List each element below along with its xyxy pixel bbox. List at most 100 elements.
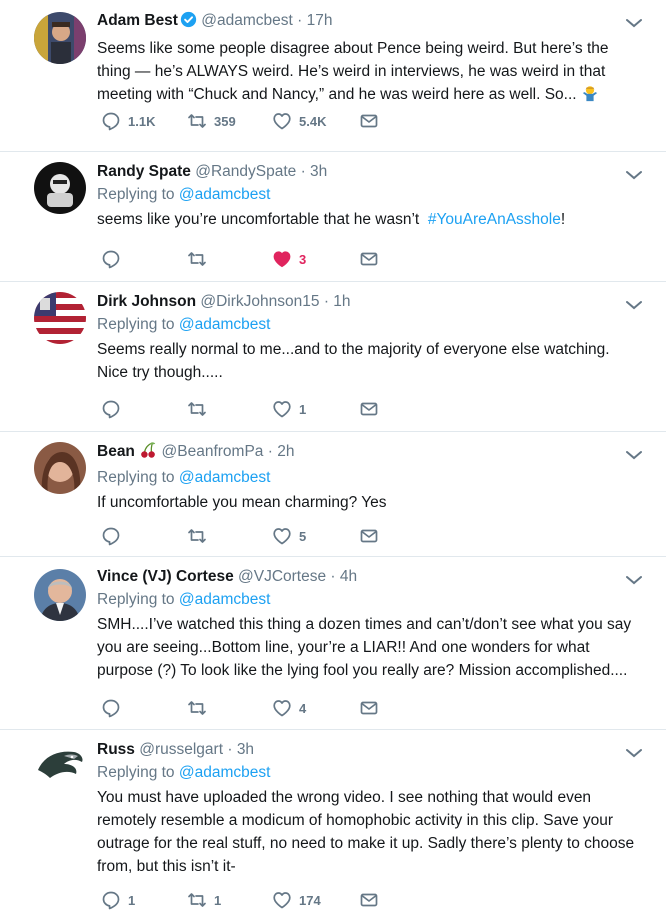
- tweet-text: Seems like some people disagree about Pe…: [97, 37, 636, 109]
- retweet-button[interactable]: [187, 249, 207, 269]
- replying-to: Replying to @adamcbest: [97, 762, 636, 784]
- username[interactable]: @DirkJohnson15: [200, 293, 319, 310]
- reply-button[interactable]: 1.1K: [101, 111, 155, 131]
- like-count: 3: [299, 251, 307, 267]
- like-button[interactable]: 5: [272, 526, 306, 546]
- chevron-down-icon[interactable]: [624, 298, 644, 312]
- tweet-body: seems like you’re uncomfortable that he …: [97, 211, 420, 228]
- direct-message-button[interactable]: [359, 111, 379, 131]
- retweet-icon: [188, 529, 206, 543]
- reply-icon: [102, 112, 120, 131]
- username[interactable]: @adamcbest: [201, 12, 293, 29]
- replying-mention[interactable]: @adamcbest: [179, 469, 271, 486]
- chevron-down-icon[interactable]: [624, 573, 644, 587]
- timestamp[interactable]: 3h: [310, 163, 327, 180]
- tweet-header: Dirk Johnson @DirkJohnson15 · 1h: [97, 291, 636, 313]
- avatar[interactable]: [34, 740, 86, 792]
- direct-message-button[interactable]: [359, 890, 379, 910]
- avatar[interactable]: [34, 12, 86, 64]
- avatar[interactable]: [34, 442, 86, 494]
- reply-button[interactable]: [101, 249, 121, 269]
- reply-icon: [102, 400, 120, 419]
- tweet-text: SMH....I’ve watched this thing a dozen t…: [97, 613, 636, 682]
- reply-button[interactable]: [101, 399, 121, 419]
- avatar[interactable]: [34, 162, 86, 214]
- display-name[interactable]: Dirk Johnson: [97, 293, 196, 310]
- username[interactable]: @RandySpate: [195, 163, 296, 180]
- tweet-bean[interactable]: Bean @BeanfromPa · 2h Replying to @adamc…: [0, 432, 666, 557]
- tweet-text: seems like you’re uncomfortable that he …: [97, 208, 636, 231]
- display-name[interactable]: Bean: [97, 443, 135, 460]
- tweet-actions: 1: [97, 399, 397, 419]
- retweet-icon: [188, 252, 206, 266]
- like-button[interactable]: 1: [272, 399, 306, 419]
- timestamp[interactable]: 4h: [340, 568, 357, 585]
- separator-dot: ·: [300, 163, 306, 180]
- heart-icon: [273, 401, 291, 418]
- envelope-icon: [360, 114, 378, 128]
- tweet-text: If uncomfortable you mean charming? Yes: [97, 491, 636, 514]
- chevron-down-icon[interactable]: [624, 448, 644, 462]
- timestamp[interactable]: 17h: [307, 12, 333, 29]
- retweet-icon: [188, 114, 206, 128]
- username[interactable]: @VJCortese: [238, 568, 326, 585]
- replying-mention[interactable]: @adamcbest: [179, 316, 271, 333]
- direct-message-button[interactable]: [359, 698, 379, 718]
- retweet-button[interactable]: 359: [187, 111, 236, 131]
- replying-to: Replying to @adamcbest: [97, 467, 636, 489]
- reply-icon: [102, 891, 120, 910]
- tweet-header: Adam Best @adamcbest · 17h: [97, 10, 636, 35]
- heart-icon: [273, 528, 291, 545]
- tweet-randy-spate[interactable]: Randy Spate @RandySpate · 3h Replying to…: [0, 152, 666, 282]
- retweet-button[interactable]: [187, 698, 207, 718]
- avatar[interactable]: [34, 292, 86, 344]
- timestamp[interactable]: 3h: [237, 741, 254, 758]
- like-count: 5: [299, 528, 307, 544]
- like-button[interactable]: 174: [272, 890, 321, 910]
- retweet-count: 359: [214, 113, 236, 129]
- display-name[interactable]: Randy Spate: [97, 163, 191, 180]
- chevron-down-icon[interactable]: [624, 16, 644, 30]
- separator-dot: ·: [227, 741, 233, 758]
- direct-message-button[interactable]: [359, 399, 379, 419]
- tweet-russ[interactable]: Russ @russelgart · 3h Replying to @adamc…: [0, 730, 666, 924]
- retweet-button[interactable]: [187, 399, 207, 419]
- replying-label: Replying to: [97, 764, 175, 781]
- display-name[interactable]: Adam Best: [97, 12, 178, 29]
- replying-mention[interactable]: @adamcbest: [179, 186, 271, 203]
- like-button[interactable]: 5.4K: [272, 111, 326, 131]
- chevron-down-icon[interactable]: [624, 168, 644, 182]
- chevron-down-icon[interactable]: [624, 746, 644, 760]
- direct-message-button[interactable]: [359, 249, 379, 269]
- tweet-dirk-johnson[interactable]: Dirk Johnson @DirkJohnson15 · 1h Replyin…: [0, 282, 666, 432]
- like-button[interactable]: 4: [272, 698, 306, 718]
- display-name[interactable]: Russ: [97, 741, 135, 758]
- timestamp[interactable]: 1h: [333, 293, 350, 310]
- tweet-text: Seems really normal to me...and to the m…: [97, 338, 636, 384]
- timestamp[interactable]: 2h: [277, 443, 294, 460]
- username[interactable]: @BeanfromPa: [162, 443, 264, 460]
- hashtag-link[interactable]: #YouAreAnAsshole: [428, 211, 561, 228]
- tweet-adam-best[interactable]: Adam Best @adamcbest · 17h Seems like so…: [0, 0, 666, 152]
- replying-label: Replying to: [97, 316, 175, 333]
- reply-button[interactable]: 1: [101, 890, 135, 910]
- replying-to: Replying to @adamcbest: [97, 314, 636, 336]
- envelope-icon: [360, 402, 378, 416]
- replying-label: Replying to: [97, 186, 175, 203]
- reply-button[interactable]: [101, 698, 121, 718]
- avatar[interactable]: [34, 569, 86, 621]
- direct-message-button[interactable]: [359, 526, 379, 546]
- retweet-button[interactable]: 1: [187, 890, 221, 910]
- tweet-vince-cortese[interactable]: Vince (VJ) Cortese @VJCortese · 4h Reply…: [0, 557, 666, 730]
- replying-mention[interactable]: @adamcbest: [179, 591, 271, 608]
- tweet-body: Seems like some people disagree about Pe…: [97, 40, 609, 103]
- reply-button[interactable]: [101, 526, 121, 546]
- avatar-image: [34, 740, 86, 792]
- display-name[interactable]: Vince (VJ) Cortese: [97, 568, 234, 585]
- tweet-body: If uncomfortable you mean charming? Yes: [97, 494, 387, 511]
- retweet-button[interactable]: [187, 526, 207, 546]
- like-button[interactable]: 3: [272, 249, 306, 269]
- username[interactable]: @russelgart: [139, 741, 223, 758]
- tweet-actions: 4: [97, 698, 397, 718]
- replying-mention[interactable]: @adamcbest: [179, 764, 271, 781]
